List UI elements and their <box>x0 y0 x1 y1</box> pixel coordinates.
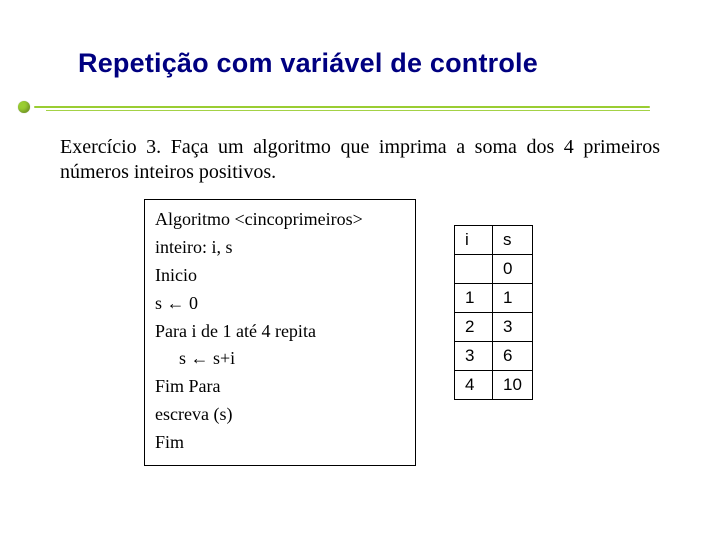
cell-s: 3 <box>493 313 533 342</box>
algo-line: Fim Para <box>155 373 401 401</box>
cell-i <box>455 255 493 284</box>
underline-line-secondary <box>46 110 650 111</box>
algo-line-indented: s ← s+i <box>155 345 401 373</box>
algo-line: Para i de 1 até 4 repita <box>155 318 401 346</box>
slide: Repetição com variável de controle Exerc… <box>0 0 720 540</box>
algo-line: inteiro: i, s <box>155 234 401 262</box>
trace-table: i s 0 1 1 2 3 3 6 4 10 <box>454 225 533 400</box>
col-header-i: i <box>455 226 493 255</box>
cell-s: 1 <box>493 284 533 313</box>
table-row: 1 1 <box>455 284 533 313</box>
algo-line: Algoritmo <cincoprimeiros> <box>155 206 401 234</box>
slide-title: Repetição com variável de controle <box>78 48 660 79</box>
table-row: 3 6 <box>455 342 533 371</box>
table-header-row: i s <box>455 226 533 255</box>
algo-line: escreva (s) <box>155 401 401 429</box>
table-row: 2 3 <box>455 313 533 342</box>
cell-i: 3 <box>455 342 493 371</box>
cell-s: 10 <box>493 371 533 400</box>
cell-i: 1 <box>455 284 493 313</box>
algorithm-box: Algoritmo <cincoprimeiros> inteiro: i, s… <box>144 199 416 466</box>
cell-i: 2 <box>455 313 493 342</box>
col-header-s: s <box>493 226 533 255</box>
title-underline <box>18 99 654 117</box>
cell-s: 0 <box>493 255 533 284</box>
algo-line: s ← 0 <box>155 290 401 318</box>
algo-line: Inicio <box>155 262 401 290</box>
exercise-text: Exercício 3. Faça um algoritmo que impri… <box>60 135 660 185</box>
table-row: 4 10 <box>455 371 533 400</box>
content-row: Algoritmo <cincoprimeiros> inteiro: i, s… <box>60 199 660 466</box>
underline-line <box>34 106 650 108</box>
table-row: 0 <box>455 255 533 284</box>
algo-line: Fim <box>155 429 401 457</box>
cell-i: 4 <box>455 371 493 400</box>
bullet-dot-icon <box>18 101 30 113</box>
cell-s: 6 <box>493 342 533 371</box>
